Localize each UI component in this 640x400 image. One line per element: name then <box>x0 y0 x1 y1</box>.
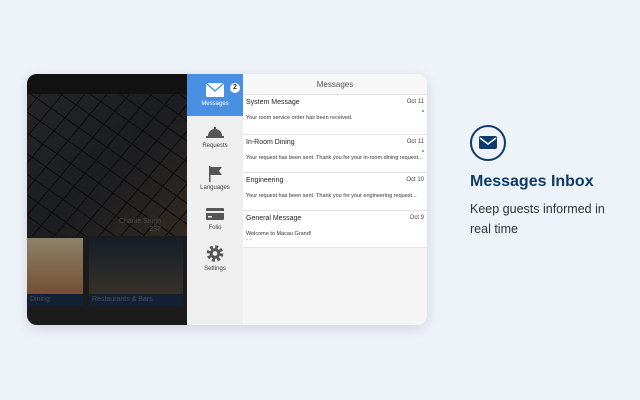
envelope-icon <box>205 82 225 97</box>
sidebar-item-label: Languages <box>200 185 230 191</box>
sidebar-item-label: Folio <box>208 225 222 231</box>
messages-panel: Messages System Message Oct 11 Your room… <box>243 74 427 325</box>
feature-description: Keep guests informed in real time <box>470 202 605 236</box>
hero-area: Charlie Singh 237 Dining Restaurants & B… <box>27 74 187 325</box>
message-title: Engineering <box>246 177 284 184</box>
message-date: Oct 11 <box>406 139 424 145</box>
message-body: Your request has been sent. Thank you fo… <box>246 193 417 199</box>
message-item[interactable]: General Message Oct 9 Welcome to Macau G… <box>243 211 427 248</box>
flag-icon <box>209 166 222 182</box>
feature-title: Messages Inbox <box>470 173 594 190</box>
service-bell-icon <box>206 127 224 138</box>
unread-dot <box>422 110 424 112</box>
sidebar-item-label: Messages <box>201 101 229 107</box>
sidebar: Messages 2 Requests Languages Folio Sett… <box>187 74 243 325</box>
feature-envelope-icon <box>470 125 506 161</box>
sidebar-item-folio[interactable]: Folio <box>187 198 243 240</box>
sidebar-item-settings[interactable]: Settings <box>187 238 243 280</box>
tablet-screen: Charlie Singh 237 Dining Restaurants & B… <box>27 74 427 325</box>
message-extra: " " <box>246 239 252 245</box>
message-body: Your room service order has been receive… <box>246 115 353 121</box>
message-item[interactable]: In-Room Dining Oct 11 Your request has b… <box>243 135 427 173</box>
gear-icon <box>206 245 224 262</box>
message-item[interactable]: Engineering Oct 10 Your request has been… <box>243 173 427 211</box>
message-date: Oct 11 <box>406 99 424 105</box>
unread-dot <box>422 150 424 152</box>
message-date: Oct 10 <box>406 177 424 183</box>
sidebar-item-messages[interactable]: Messages 2 <box>187 74 243 116</box>
sidebar-item-languages[interactable]: Languages <box>187 158 243 200</box>
message-body: Welcome to Macau Grand! <box>246 231 312 237</box>
sidebar-item-label: Settings <box>204 266 226 272</box>
sidebar-item-label: Requests <box>202 143 228 149</box>
message-title: In-Room Dining <box>246 139 295 146</box>
message-date: Oct 9 <box>409 215 424 221</box>
message-body: Your request has been sent. Thank you fo… <box>246 155 423 161</box>
sidebar-item-requests[interactable]: Requests <box>187 116 243 158</box>
message-title: General Message <box>246 215 302 222</box>
overlay[interactable] <box>27 74 187 325</box>
message-title: System Message <box>246 99 300 106</box>
panel-title: Messages <box>243 74 427 95</box>
unread-badge: 2 <box>230 83 240 93</box>
message-item[interactable]: System Message Oct 11 Your room service … <box>243 95 427 135</box>
credit-card-icon <box>206 208 224 220</box>
